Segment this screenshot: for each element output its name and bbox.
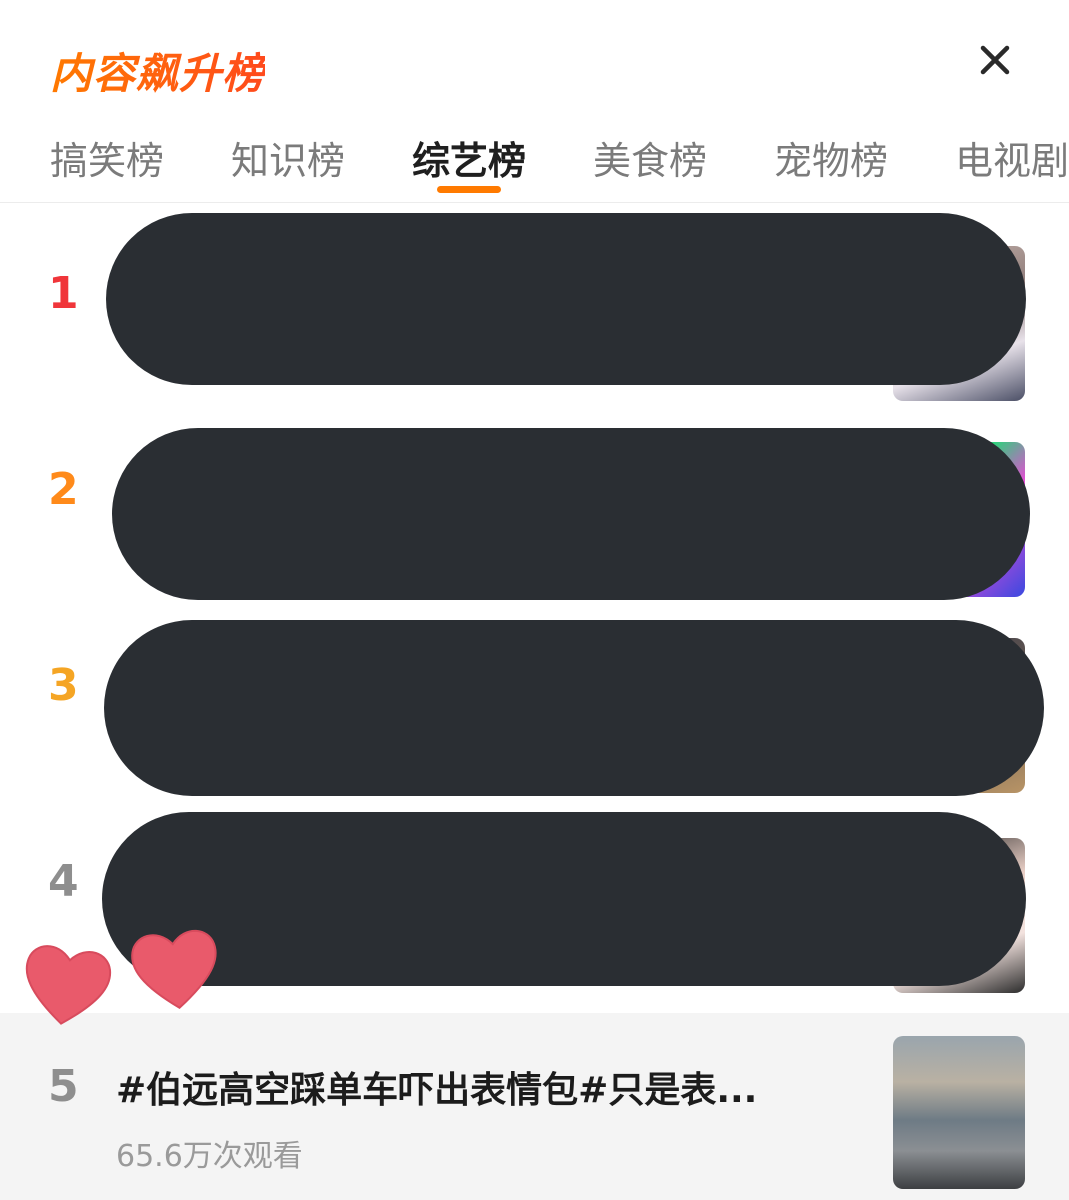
ranking-panel: 内容飙升榜 搞笑榜 知识榜 综艺榜 美食榜 宠物榜 电视剧 1 2 3 4 5 — [0, 0, 1069, 1200]
redaction-mask — [112, 428, 1030, 600]
item-title: #伯远高空踩单车吓出表情包#只是表... — [116, 1070, 758, 1111]
redaction-mask — [102, 812, 1026, 986]
rank-number: 4 — [48, 856, 79, 907]
tab-food[interactable]: 美食榜 — [593, 130, 707, 185]
view-count: 65.6万次观看 — [116, 1139, 303, 1174]
redaction-mask — [106, 213, 1026, 385]
close-button[interactable] — [968, 33, 1022, 87]
tab-tv-drama[interactable]: 电视剧 — [955, 130, 1069, 185]
active-tab-indicator — [437, 186, 501, 193]
video-thumbnail[interactable] — [893, 1036, 1025, 1189]
tab-pets[interactable]: 宠物榜 — [774, 130, 888, 185]
tab-funny[interactable]: 搞笑榜 — [50, 130, 164, 185]
rank-number: 3 — [48, 660, 79, 711]
rank-number: 2 — [48, 464, 79, 515]
list-item[interactable]: 5 #伯远高空踩单车吓出表情包#只是表... 65.6万次观看 — [0, 1013, 1069, 1200]
close-icon — [980, 45, 1010, 75]
category-tabs: 搞笑榜 知识榜 综艺榜 美食榜 宠物榜 电视剧 — [0, 120, 1069, 203]
rank-number: 1 — [48, 268, 79, 319]
redaction-mask — [104, 620, 1044, 796]
page-title: 内容飙升榜 — [50, 40, 265, 101]
tab-variety[interactable]: 综艺榜 — [412, 130, 526, 185]
tab-knowledge[interactable]: 知识榜 — [231, 130, 345, 185]
rank-number: 5 — [48, 1061, 79, 1112]
